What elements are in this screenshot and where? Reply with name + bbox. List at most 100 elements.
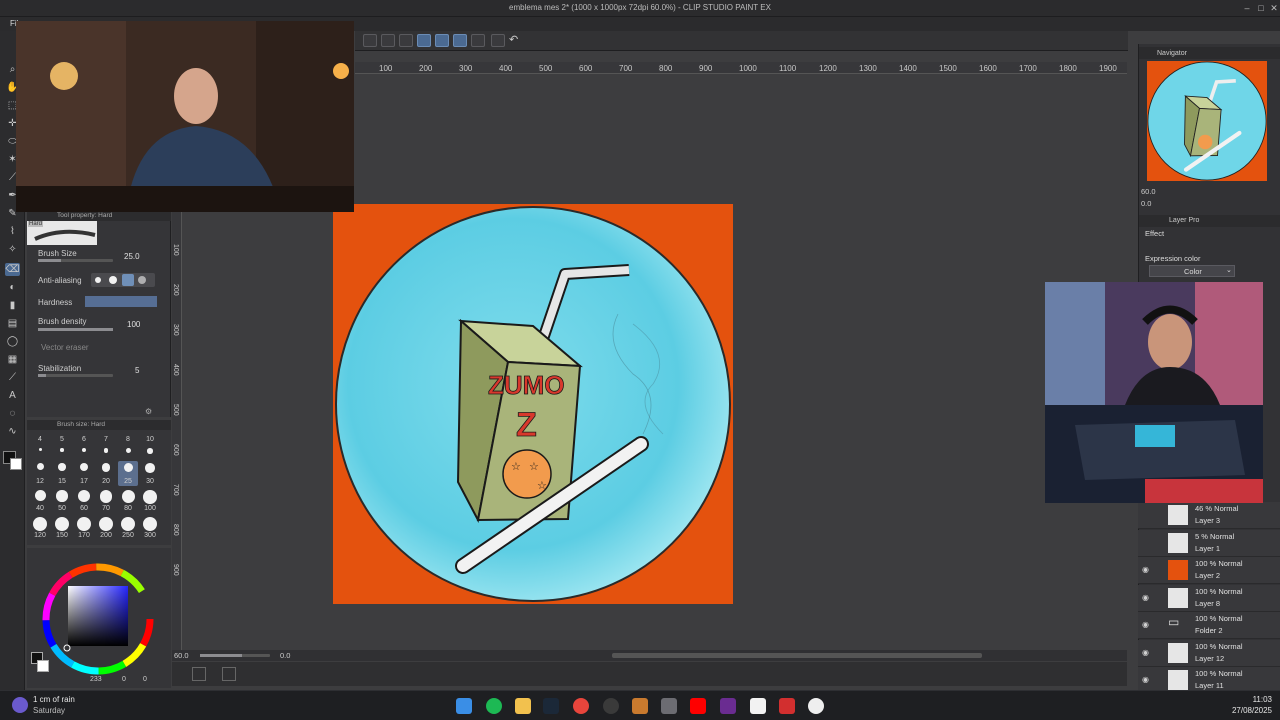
brush-size-option[interactable]: 170 xyxy=(74,515,94,540)
brush-size-option[interactable]: 80 xyxy=(118,488,138,513)
brush-size-option[interactable]: 60 xyxy=(74,488,94,513)
steam-icon[interactable] xyxy=(543,698,559,714)
clipboard-button[interactable] xyxy=(471,34,485,47)
brush-size-option[interactable]: 300 xyxy=(140,515,160,540)
brush-size-option[interactable]: 4 xyxy=(30,434,50,459)
brush-icon[interactable]: ⌇ xyxy=(5,225,20,238)
brush-size-value[interactable]: 25.0 xyxy=(124,252,140,261)
tool-settings-icon[interactable]: ⚙ xyxy=(145,407,152,416)
brush-size-option[interactable]: 17 xyxy=(74,461,94,486)
navigator-angle-value[interactable]: 0.0 xyxy=(1141,199,1151,208)
canvas-zoom-value[interactable]: 60.0 xyxy=(174,651,189,660)
frame-icon[interactable]: ▦ xyxy=(5,353,20,366)
hardness-selector[interactable] xyxy=(85,296,157,307)
nzxt-icon[interactable] xyxy=(720,698,736,714)
file-explorer-icon[interactable] xyxy=(515,698,531,714)
eye-icon[interactable]: ◉ xyxy=(1142,620,1149,629)
obs-icon[interactable] xyxy=(603,698,619,714)
brush-size-option[interactable]: 250 xyxy=(118,515,138,540)
brush-density-value[interactable]: 100 xyxy=(127,320,140,329)
save-button[interactable] xyxy=(399,34,413,47)
undo-icon[interactable]: ↶ xyxy=(509,33,518,46)
ruler-icon[interactable]: ⟋ xyxy=(5,371,20,384)
brush-size-option[interactable]: 30 xyxy=(140,461,160,486)
brush-size-option[interactable]: 40 xyxy=(30,488,50,513)
correct-line-icon[interactable]: ∿ xyxy=(5,425,20,438)
airbrush-icon[interactable]: ✧ xyxy=(5,243,20,256)
close-icon[interactable]: ✕ xyxy=(1267,2,1280,14)
balloon-icon[interactable]: ◌ xyxy=(5,407,20,420)
brush-size-option[interactable]: 10 xyxy=(140,434,160,459)
stabilization-value[interactable]: 5 xyxy=(135,366,139,375)
chrome-icon[interactable] xyxy=(573,698,589,714)
brush-size-option[interactable]: 100 xyxy=(140,488,160,513)
media-player-icon[interactable] xyxy=(808,698,824,714)
expression-color-dropdown[interactable]: Color ⌄ xyxy=(1149,265,1235,277)
layer-row[interactable]: 46 % Normal Layer 3 xyxy=(1138,502,1280,529)
stroke-tool-button-3[interactable] xyxy=(453,34,467,47)
eye-icon[interactable]: ◉ xyxy=(1142,648,1149,657)
eye-icon[interactable]: ◉ xyxy=(1142,593,1149,602)
anti-aliasing-selector[interactable] xyxy=(91,273,155,287)
text-icon[interactable]: A xyxy=(5,389,20,402)
movie-maker-icon[interactable] xyxy=(779,698,795,714)
stabilization-slider[interactable] xyxy=(38,374,113,377)
clip-studio-paint-icon[interactable] xyxy=(750,698,766,714)
gradient-icon[interactable]: ▤ xyxy=(5,317,20,330)
brush-size-option[interactable]: 25 xyxy=(118,461,138,486)
brush-density-slider[interactable] xyxy=(38,328,113,331)
open-button[interactable] xyxy=(381,34,395,47)
artwork-canvas[interactable]: ZUMO Z ☆ ☆ ☆ xyxy=(333,204,733,604)
spotify-icon[interactable] xyxy=(486,698,502,714)
clock-time[interactable]: 11:03 xyxy=(1232,695,1272,704)
horizontal-scrollbar[interactable] xyxy=(612,653,982,658)
layer-row[interactable]: ◉ 100 % Normal Layer 12 xyxy=(1138,639,1280,667)
settings-button[interactable] xyxy=(491,34,505,47)
brush-size-option[interactable]: 12 xyxy=(30,461,50,486)
brush-size-option[interactable]: 15 xyxy=(52,461,72,486)
stroke-tool-button[interactable] xyxy=(417,34,431,47)
brush-size-option[interactable]: 50 xyxy=(52,488,72,513)
clock-date[interactable]: 27/08/2025 xyxy=(1216,706,1272,715)
layer-row[interactable]: ◉ 100 % Normal Layer 8 xyxy=(1138,584,1280,612)
eye-icon[interactable]: ◉ xyxy=(1142,675,1149,684)
new-canvas-button[interactable] xyxy=(363,34,377,47)
layer-property-tab[interactable]: Layer Pro xyxy=(1169,217,1199,224)
layer-row[interactable]: ◉ 100 % Normal Layer 2 xyxy=(1138,557,1280,584)
brush-size-option[interactable]: 7 xyxy=(96,434,116,459)
weather-icon[interactable] xyxy=(12,697,28,713)
layer-row[interactable]: ◉ ▭ 100 % Normal Folder 2 xyxy=(1138,612,1280,639)
brush-size-option[interactable]: 120 xyxy=(30,515,50,540)
brush-size-option[interactable]: 6 xyxy=(74,434,94,459)
navigator-tab[interactable]: Navigator xyxy=(1157,50,1187,57)
navigator-preview[interactable] xyxy=(1147,61,1267,181)
fill-icon[interactable]: ▮ xyxy=(5,299,20,312)
minimize-icon[interactable]: – xyxy=(1240,2,1254,14)
navigator-zoom-value[interactable]: 60.0 xyxy=(1141,187,1156,196)
brush-size-slider[interactable] xyxy=(38,259,113,262)
todo-icon[interactable] xyxy=(661,698,677,714)
stroke-tool-button-2[interactable] xyxy=(435,34,449,47)
brush-size-option[interactable]: 150 xyxy=(52,515,72,540)
maximize-icon[interactable]: □ xyxy=(1254,2,1268,14)
brush-size-option[interactable]: 5 xyxy=(52,434,72,459)
eraser-icon[interactable]: ⌫ xyxy=(5,263,20,276)
figure-icon[interactable]: ◯ xyxy=(5,335,20,348)
youtube-icon[interactable] xyxy=(690,698,706,714)
layer-option-icon[interactable] xyxy=(192,667,206,681)
clip-studio-icon[interactable] xyxy=(632,698,648,714)
zoom-slider[interactable] xyxy=(200,654,270,657)
brush-size-option[interactable]: 70 xyxy=(96,488,116,513)
color-wheel[interactable] xyxy=(39,560,157,678)
brush-size-option[interactable]: 20 xyxy=(96,461,116,486)
sub-color-swatch[interactable] xyxy=(10,458,22,470)
grid-option-icon[interactable] xyxy=(222,667,236,681)
blend-icon[interactable]: ◐ xyxy=(5,281,20,294)
brush-size-option[interactable]: 8 xyxy=(118,434,138,459)
brush-size-option[interactable]: 200 xyxy=(96,515,116,540)
canvas-angle-value[interactable]: 0.0 xyxy=(280,651,290,660)
eye-icon[interactable]: ◉ xyxy=(1142,565,1149,574)
layer-row[interactable]: 5 % Normal Layer 1 xyxy=(1138,529,1280,557)
weather-text[interactable]: 1 cm of rain xyxy=(33,695,75,704)
windows-start-icon[interactable] xyxy=(456,698,472,714)
